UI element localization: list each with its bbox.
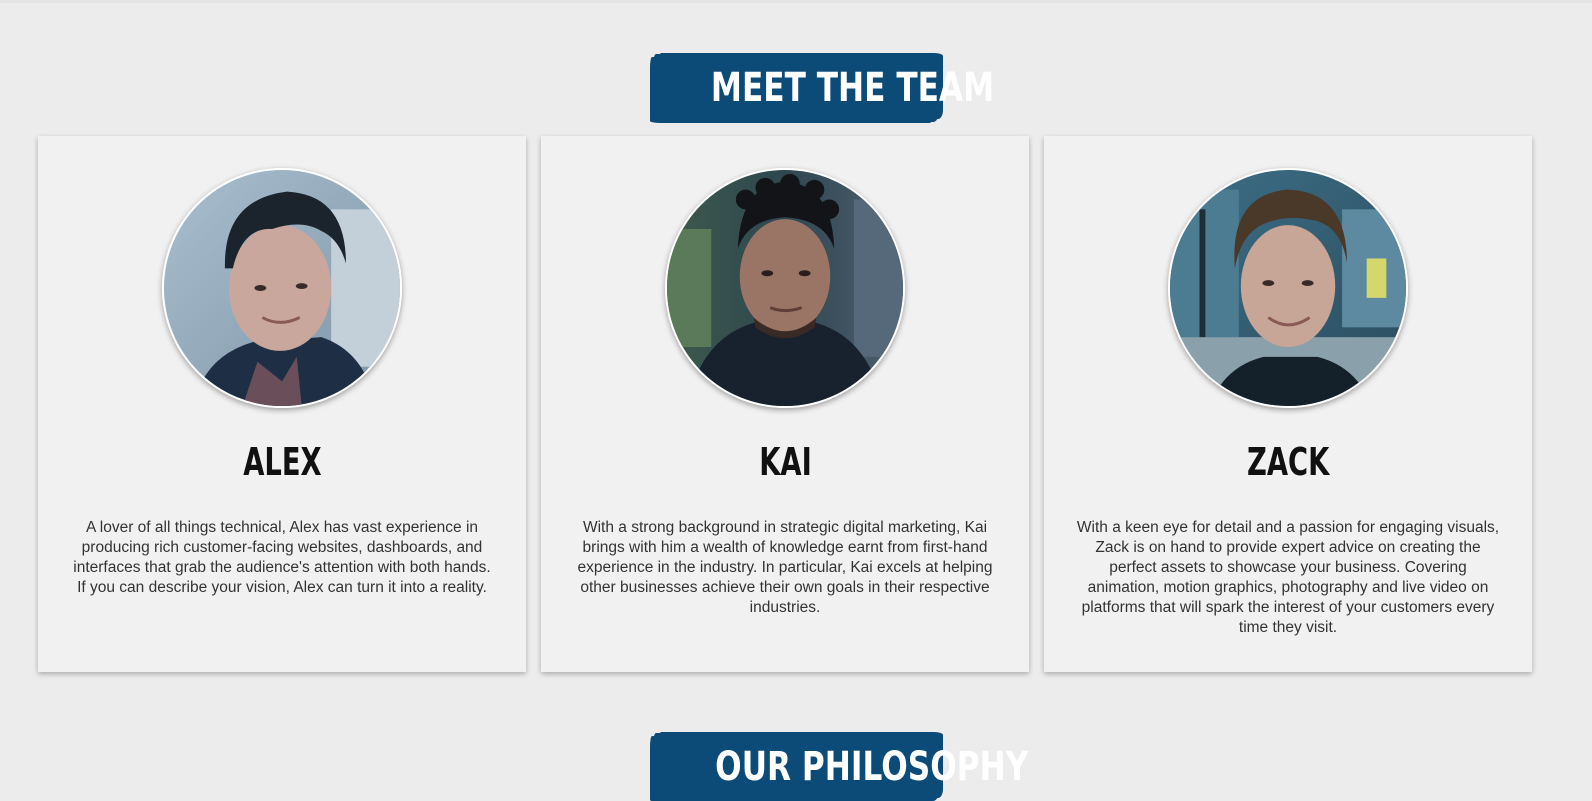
avatar-alex <box>162 168 402 408</box>
member-name: ZACK <box>1246 440 1330 484</box>
our-philosophy-heading: OUR PHILOSOPHY <box>653 733 1028 801</box>
team-card-kai: KAI With a strong background in strategi… <box>541 136 1029 672</box>
team-card-zack: ZACK With a keen eye for detail and a pa… <box>1044 136 1532 672</box>
top-divider <box>0 0 1592 3</box>
member-name: ALEX <box>242 440 322 484</box>
member-bio: With a strong background in strategic di… <box>577 519 993 616</box>
avatar-zack <box>1168 168 1408 408</box>
member-bio: With a keen eye for detail and a passion… <box>1076 519 1500 636</box>
portrait-photo-kai <box>667 170 903 406</box>
team-cards: ALEX A lover of all things technical, Al… <box>38 136 1532 672</box>
member-name: KAI <box>758 440 812 484</box>
portrait-photo-zack <box>1170 170 1406 406</box>
team-card-alex: ALEX A lover of all things technical, Al… <box>38 136 526 672</box>
portrait-photo-alex <box>164 170 400 406</box>
meet-the-team-heading: MEET THE TEAM <box>653 54 994 122</box>
avatar-kai <box>665 168 905 408</box>
member-bio: A lover of all things technical, Alex ha… <box>73 519 491 596</box>
